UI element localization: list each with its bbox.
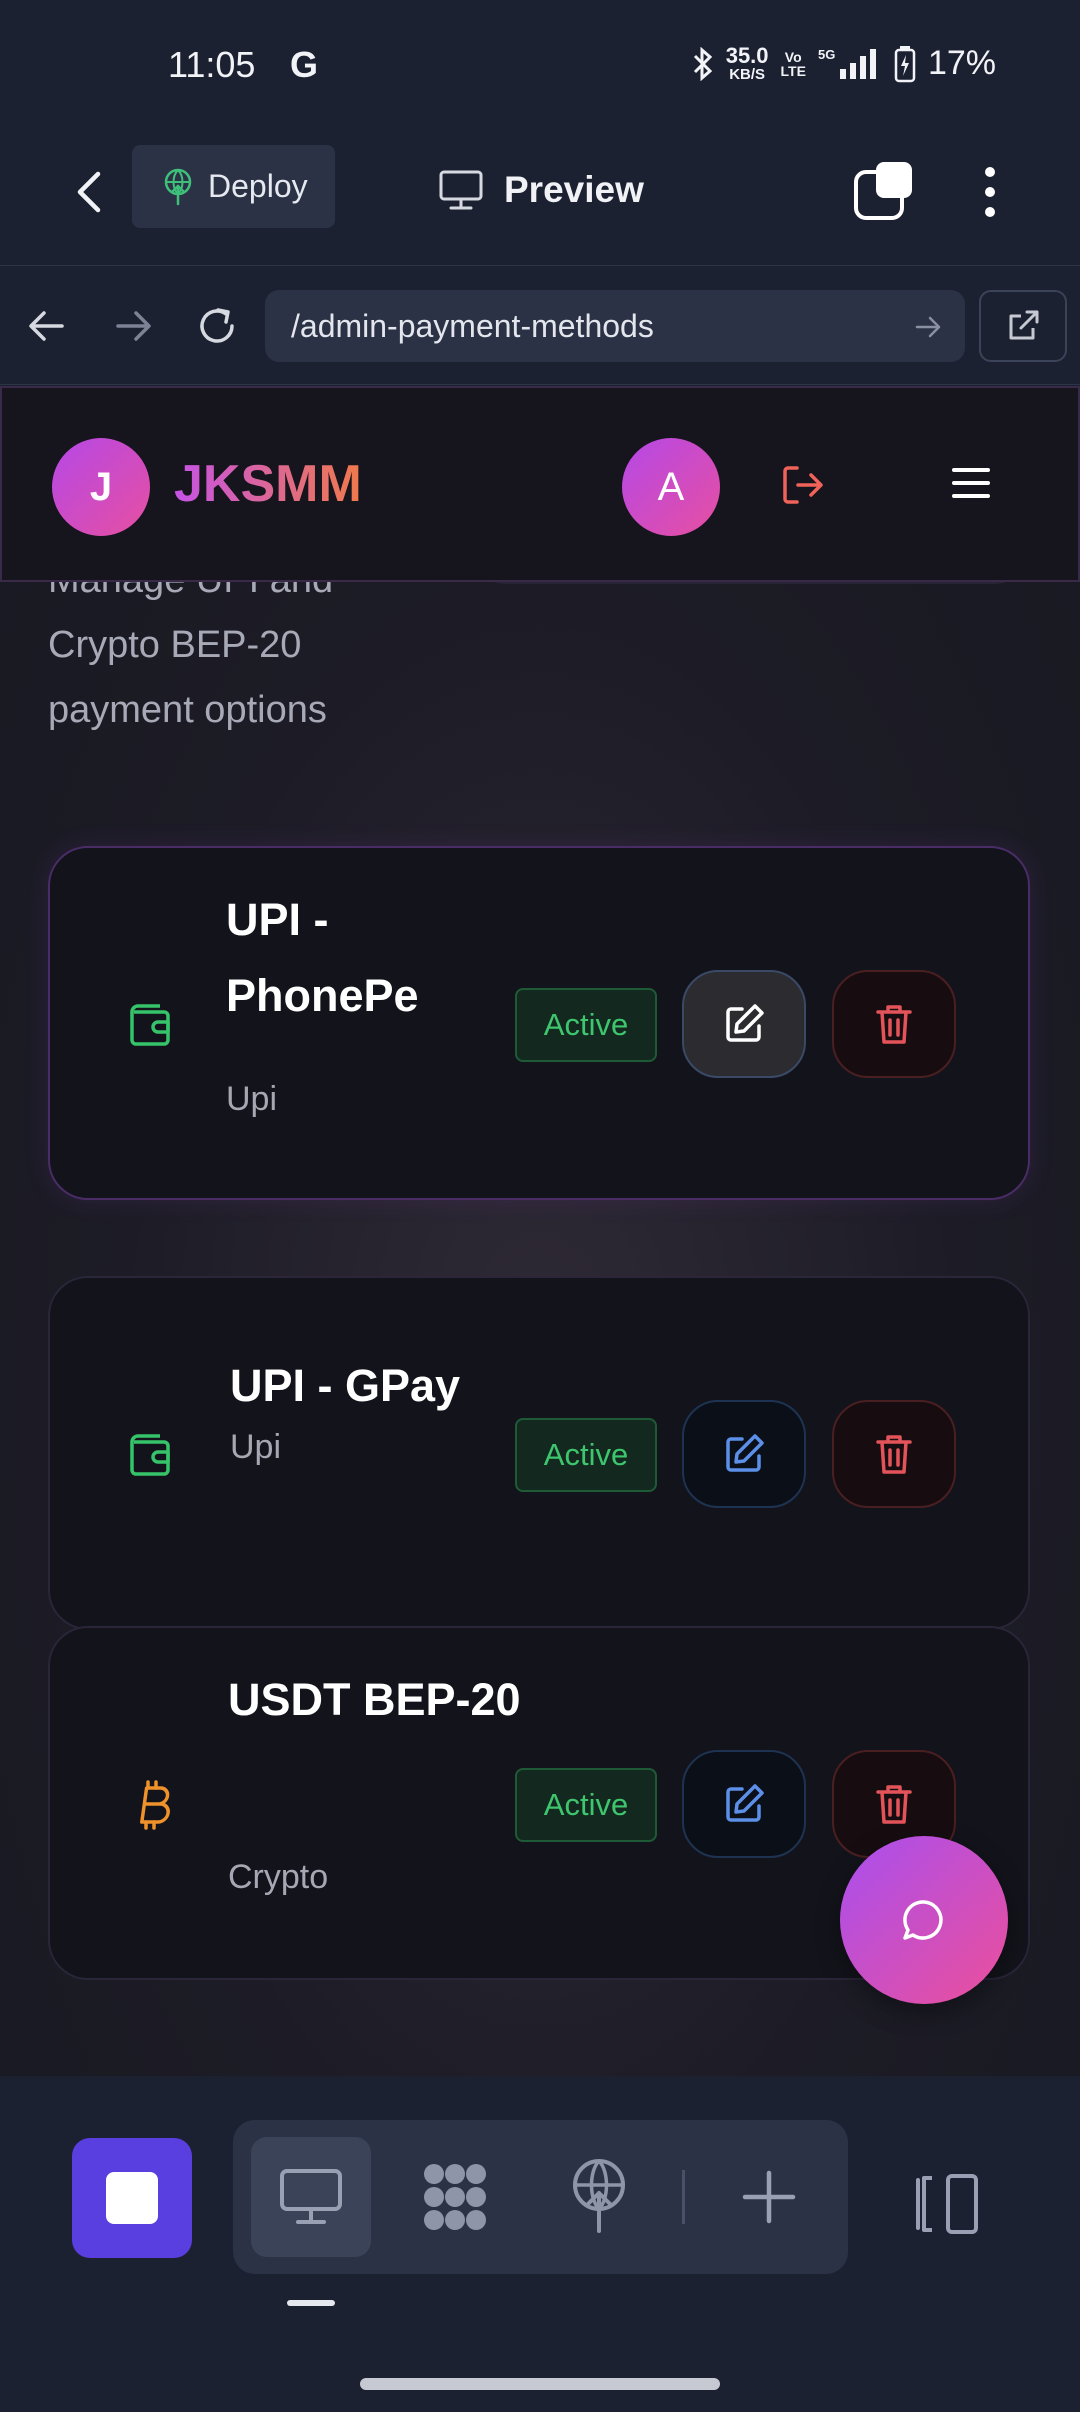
dock-preview-tab[interactable] — [251, 2137, 371, 2257]
url-input[interactable]: /admin-payment-methods — [265, 290, 965, 362]
bluetooth-icon — [693, 46, 712, 81]
external-link-icon — [1009, 310, 1039, 340]
logout-button[interactable] — [778, 460, 828, 510]
brand-name[interactable]: JKSMM — [174, 454, 362, 514]
battery-percent: 17% — [927, 44, 996, 82]
web-preview: J JKSMM A Manage UPI and Crypto BEP-20 p… — [0, 386, 1080, 2076]
payment-method-card: UPI - GPay Upi Active — [48, 1276, 1030, 1630]
payment-method-name: UPI - GPay — [230, 1360, 461, 1411]
edit-icon — [726, 1434, 764, 1472]
deploy-icon — [164, 168, 192, 205]
app-bar: Deploy Preview — [0, 130, 1080, 264]
bitcoin-icon — [140, 1780, 170, 1830]
back-button[interactable] — [60, 160, 120, 224]
chat-bubble-icon — [903, 1900, 943, 1940]
status-badge: Active — [515, 1418, 657, 1492]
dock-workflow-tab[interactable] — [395, 2137, 515, 2257]
active-tab-indicator — [287, 2300, 335, 2306]
deploy-button[interactable]: Deploy — [132, 145, 335, 228]
more-options-button[interactable] — [966, 160, 1014, 224]
layout-toggle-button[interactable] — [912, 2168, 984, 2240]
edit-button[interactable] — [682, 1400, 806, 1508]
tabs-button[interactable] — [852, 158, 916, 222]
battery-icon — [894, 45, 916, 82]
chat-fab-button[interactable] — [840, 1836, 1008, 2004]
delete-button[interactable] — [832, 970, 956, 1078]
trash-icon — [876, 1785, 912, 1824]
signal-icon: 5G — [818, 47, 876, 79]
logout-icon — [783, 466, 823, 504]
edit-button[interactable] — [682, 970, 806, 1078]
site-header: J JKSMM A — [0, 386, 1080, 582]
status-time: 11:05 — [168, 44, 256, 85]
payment-method-card: UPI - PhonePe Upi Active — [48, 846, 1030, 1200]
home-gesture-bar[interactable] — [360, 2378, 720, 2390]
wallet-icon — [130, 1434, 170, 1476]
payment-method-name: USDT BEP-20 — [228, 1674, 521, 1725]
payment-method-type: Upi — [226, 1080, 278, 1118]
trash-icon — [876, 1005, 912, 1044]
tabs-icon — [854, 162, 912, 220]
trash-icon — [876, 1435, 912, 1474]
status-badge: Active — [515, 988, 657, 1062]
split-layout-icon — [916, 2174, 978, 2234]
dock-deploy-tab[interactable] — [539, 2137, 659, 2257]
svg-text:5G: 5G — [818, 47, 835, 62]
url-text: /admin-payment-methods — [291, 307, 654, 344]
open-external-button[interactable] — [979, 290, 1067, 362]
stop-icon — [106, 2172, 158, 2224]
preview-tab[interactable]: Preview — [438, 160, 644, 220]
deploy-label: Deploy — [208, 168, 308, 204]
logo-avatar[interactable]: J — [52, 438, 150, 536]
monitor-icon — [439, 170, 483, 210]
google-icon: G — [290, 44, 319, 85]
delete-button[interactable] — [832, 1400, 956, 1508]
edit-button[interactable] — [682, 1750, 806, 1858]
monitor-icon — [280, 2169, 342, 2224]
menu-icon — [952, 468, 990, 498]
payment-method-type: Crypto — [228, 1858, 329, 1896]
go-arrow-icon[interactable] — [913, 312, 943, 342]
status-icons: 35.0 KB/S Vo LTE 5G 17% — [692, 44, 996, 83]
navigation-gesture-area — [0, 2316, 1080, 2412]
edit-icon — [726, 1004, 764, 1042]
preview-label: Preview — [504, 169, 644, 210]
arrow-left-icon — [29, 311, 64, 341]
browser-toolbar: /admin-payment-methods — [0, 265, 1080, 385]
status-badge: Active — [515, 1768, 657, 1842]
browser-forward-button[interactable] — [108, 301, 158, 351]
more-vertical-icon — [985, 167, 995, 217]
deploy-icon — [573, 2159, 625, 2233]
dock-add-button[interactable] — [709, 2137, 829, 2257]
bottom-dock — [0, 2076, 1080, 2316]
payment-method-type: Upi — [230, 1428, 282, 1466]
user-avatar[interactable]: A — [622, 438, 720, 536]
chevron-left-icon — [77, 171, 101, 213]
browser-back-button[interactable] — [22, 301, 72, 351]
edit-icon — [726, 1784, 764, 1822]
arrow-right-icon — [116, 311, 151, 341]
blobs-icon — [424, 2164, 486, 2230]
reload-icon — [200, 308, 234, 343]
stop-button[interactable] — [72, 2138, 192, 2258]
dock-separator — [682, 2170, 685, 2224]
wallet-icon — [130, 1004, 170, 1046]
net-speed: 35.0 KB/S — [725, 43, 769, 83]
dock-tool-group — [233, 2120, 848, 2274]
payment-method-name: UPI - PhonePe — [226, 894, 419, 1021]
status-bar: 11:05 G 35.0 KB/S Vo LTE 5G 17% — [0, 0, 1080, 130]
plus-icon — [742, 2170, 796, 2224]
volte-icon: Vo LTE — [780, 48, 806, 79]
hamburger-menu-button[interactable] — [948, 460, 994, 506]
reload-button[interactable] — [192, 301, 242, 351]
